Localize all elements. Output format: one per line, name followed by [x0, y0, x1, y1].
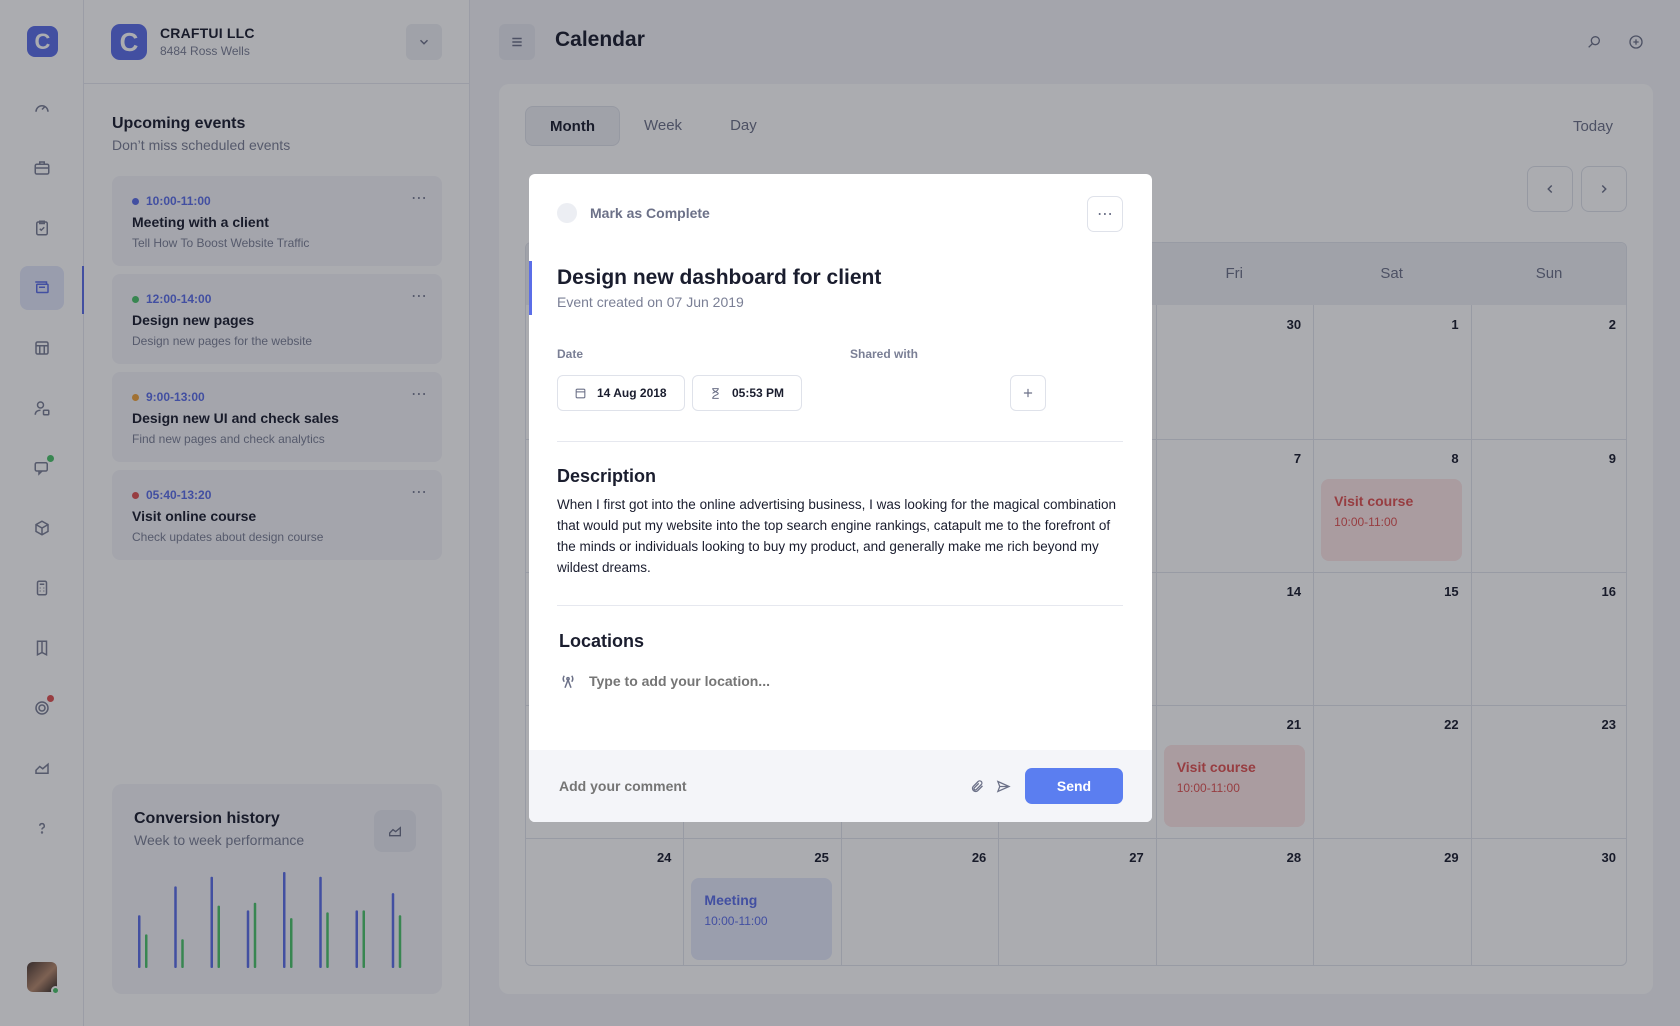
hourglass-icon — [712, 387, 719, 399]
location-row — [559, 672, 989, 690]
location-input[interactable] — [589, 673, 989, 689]
date-value: 14 Aug 2018 — [597, 386, 667, 400]
modal-more-button[interactable]: ⋯ — [1087, 196, 1123, 232]
divider — [557, 441, 1123, 442]
comment-footer: Send — [529, 750, 1152, 822]
title-accent-bar — [529, 261, 532, 315]
complete-checkbox[interactable] — [557, 203, 577, 223]
send-icon-button[interactable] — [993, 776, 1013, 796]
locations-title: Locations — [559, 631, 645, 651]
mark-complete-label[interactable]: Mark as Complete — [590, 205, 710, 221]
description-title: Description — [557, 466, 657, 486]
modal-title: Design new dashboard for client — [557, 266, 882, 289]
antenna-icon — [562, 675, 574, 689]
modal-created-date: Event created on 07 Jun 2019 — [557, 294, 744, 310]
paperclip-icon — [971, 779, 983, 792]
plus-icon — [1023, 388, 1033, 398]
comment-input[interactable] — [559, 778, 939, 794]
divider — [557, 605, 1123, 606]
time-value: 05:53 PM — [732, 386, 785, 400]
event-detail-modal: Mark as Complete ⋯ Design new dashboard … — [529, 174, 1152, 822]
calendar-icon — [575, 388, 586, 398]
send-button[interactable]: Send — [1025, 768, 1123, 804]
description-text: When I first got into the online adverti… — [557, 497, 1117, 575]
add-shared-user-button[interactable] — [1010, 375, 1046, 411]
attach-button[interactable] — [967, 776, 987, 796]
date-label: Date — [557, 347, 584, 361]
date-picker[interactable]: 14 Aug 2018 — [557, 375, 685, 411]
shared-with-label: Shared with — [850, 347, 919, 361]
paper-plane-icon — [996, 779, 1011, 793]
time-picker[interactable]: 05:53 PM — [692, 375, 802, 411]
